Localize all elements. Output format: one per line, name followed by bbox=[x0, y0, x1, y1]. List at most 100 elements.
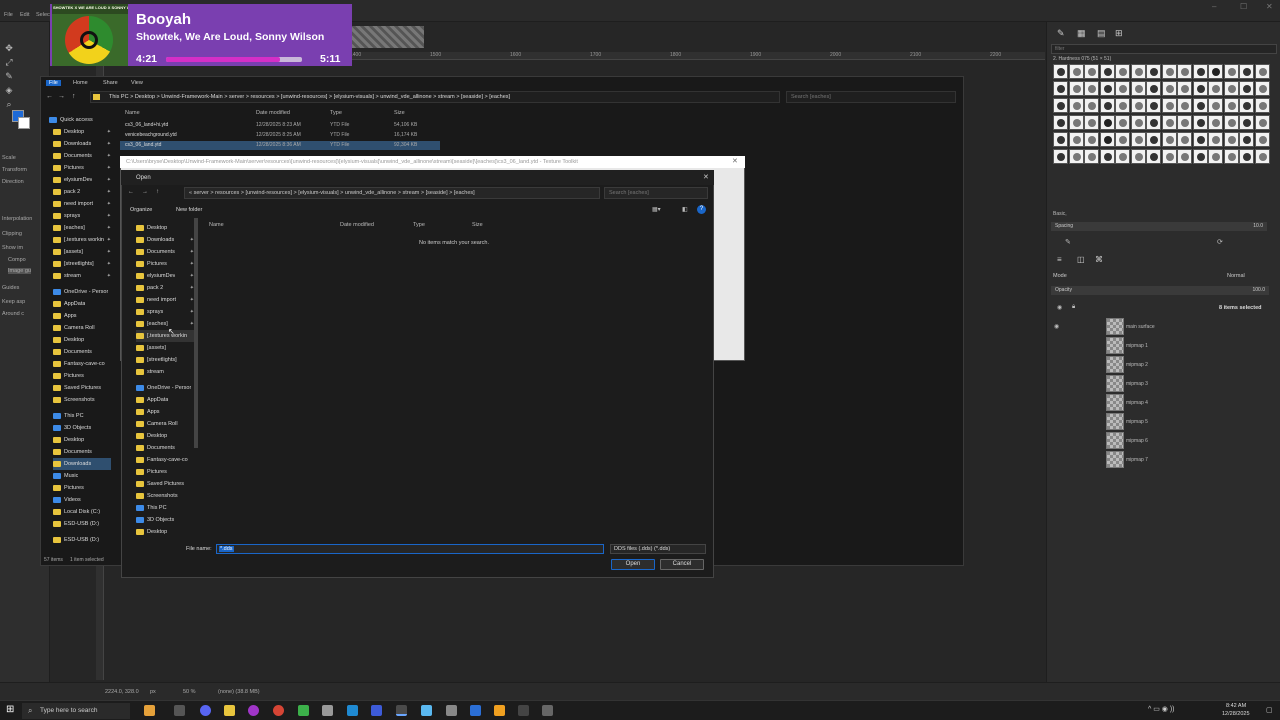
windows-start-icon[interactable]: ⊞ bbox=[6, 704, 14, 715]
explorer-nav-item[interactable]: [eaches] ✦ bbox=[53, 222, 111, 234]
layer-name[interactable]: main surface bbox=[1126, 324, 1155, 330]
maximize-icon[interactable]: ☐ bbox=[1240, 2, 1247, 11]
dialog-search-input[interactable]: Search [eaches] bbox=[604, 187, 708, 199]
explorer-file-row[interactable]: cs3_06_land.ytd 12/28/2025 8:36 AM YTD Fil… bbox=[120, 141, 440, 150]
spreadsheet-icon[interactable] bbox=[298, 705, 309, 716]
brush-swatch[interactable] bbox=[1208, 98, 1223, 113]
brush-swatch[interactable] bbox=[1254, 81, 1270, 96]
explorer-column-header[interactable]: Name bbox=[125, 110, 140, 116]
brush-swatch[interactable] bbox=[1053, 132, 1068, 147]
brush-swatch[interactable] bbox=[1068, 132, 1084, 147]
dialog-nav-item[interactable]: Saved Pictures bbox=[136, 478, 194, 490]
preview-pane-icon[interactable]: ◧ bbox=[682, 206, 688, 213]
brush-swatch[interactable] bbox=[1192, 132, 1208, 147]
dialog-nav-item[interactable]: Documents ✦ bbox=[136, 246, 194, 258]
brush-swatch[interactable] bbox=[1177, 81, 1192, 96]
up-arrow-icon[interactable]: ↑ bbox=[72, 93, 76, 100]
brush-swatch[interactable] bbox=[1146, 98, 1161, 113]
dialog-nav-item[interactable]: AppData bbox=[136, 394, 194, 406]
brush-swatch[interactable] bbox=[1146, 64, 1161, 79]
ribbon-tab-file[interactable]: File bbox=[46, 80, 61, 86]
spacing-slider[interactable]: Spacing 10.0 bbox=[1051, 222, 1267, 231]
brush-swatch[interactable] bbox=[1239, 132, 1254, 147]
transform-tool-icon[interactable]: ⤢ bbox=[3, 56, 15, 68]
col-name[interactable]: Name bbox=[209, 222, 224, 228]
explorer-nav-item[interactable]: Quick access bbox=[49, 114, 107, 126]
brush-swatch[interactable] bbox=[1177, 98, 1192, 113]
explorer-column-header[interactable]: Type bbox=[330, 110, 342, 116]
brush-swatch[interactable] bbox=[1177, 115, 1192, 130]
brush-swatch[interactable] bbox=[1115, 115, 1130, 130]
chrome-icon[interactable] bbox=[273, 705, 284, 716]
dialog-nav-item[interactable]: Desktop bbox=[136, 222, 194, 234]
dialog-nav-item[interactable]: Documents bbox=[136, 442, 194, 454]
brush-swatch[interactable] bbox=[1192, 98, 1208, 113]
brush-swatch[interactable] bbox=[1239, 81, 1254, 96]
brush-filter-input[interactable]: filter bbox=[1051, 44, 1277, 54]
media-player-icon[interactable] bbox=[248, 705, 259, 716]
app-b-icon[interactable] bbox=[518, 705, 529, 716]
brush-swatch[interactable] bbox=[1177, 132, 1192, 147]
brush-swatch[interactable] bbox=[1068, 115, 1084, 130]
dialog-breadcrumb[interactable]: « server > resources > [unwind-resources… bbox=[189, 190, 475, 196]
dialog-nav-item[interactable]: Screenshots bbox=[136, 490, 194, 502]
brush-swatch[interactable] bbox=[1223, 149, 1239, 164]
brush-swatch[interactable] bbox=[1254, 64, 1270, 79]
close-icon[interactable]: ✕ bbox=[1266, 2, 1273, 11]
dialog-nav-item[interactable]: Desktop bbox=[136, 526, 194, 538]
background-color-swatch[interactable] bbox=[18, 117, 30, 129]
explorer-nav-item[interactable]: Local Disk (C:) bbox=[53, 506, 111, 518]
brush-swatch[interactable] bbox=[1192, 149, 1208, 164]
explorer-nav-item[interactable]: 3D Objects bbox=[53, 422, 111, 434]
brush-swatch[interactable] bbox=[1223, 132, 1239, 147]
view-options-icon[interactable]: ▦▾ bbox=[652, 206, 661, 213]
brush-swatch[interactable] bbox=[1254, 149, 1270, 164]
brush-swatch[interactable] bbox=[1130, 81, 1146, 96]
bucket-tool-icon[interactable]: ◈ bbox=[3, 84, 15, 96]
dialog-nav-item[interactable]: sprays ✦ bbox=[136, 306, 194, 318]
brush-swatch[interactable] bbox=[1254, 98, 1270, 113]
brush-swatch[interactable] bbox=[1239, 98, 1254, 113]
brush-swatch[interactable] bbox=[1053, 81, 1068, 96]
brush-swatch[interactable] bbox=[1099, 64, 1115, 79]
explorer-nav-item[interactable]: Pictures bbox=[53, 482, 111, 494]
explorer-nav-item[interactable]: [.textures workin ✦ bbox=[53, 234, 111, 246]
explorer-nav-item[interactable]: This PC bbox=[53, 410, 111, 422]
notification-icon[interactable]: ▢ bbox=[1266, 706, 1273, 714]
paths-tab-icon[interactable]: ⌘ bbox=[1095, 255, 1103, 264]
brush-swatch[interactable] bbox=[1053, 98, 1068, 113]
dialog-nav-item[interactable]: [eaches] ✦ bbox=[136, 318, 194, 330]
brush-swatch[interactable] bbox=[1146, 149, 1161, 164]
brush-swatch[interactable] bbox=[1161, 115, 1177, 130]
gradient-tab-icon[interactable]: ▤ bbox=[1097, 28, 1107, 38]
brush-swatch[interactable] bbox=[1223, 98, 1239, 113]
paint-app-icon[interactable] bbox=[421, 705, 432, 716]
dialog-nav-item[interactable]: elysiumDev ✦ bbox=[136, 270, 194, 282]
clock-time[interactable]: 8:42 AM bbox=[1226, 703, 1246, 709]
toolkit-close-icon[interactable]: ✕ bbox=[732, 157, 738, 165]
brush-swatch[interactable] bbox=[1208, 64, 1223, 79]
explorer-nav-item[interactable]: Downloads bbox=[53, 458, 111, 470]
cancel-button[interactable]: Cancel bbox=[660, 559, 704, 570]
tool-option-around-center[interactable]: Around c bbox=[2, 311, 24, 317]
filename-input[interactable]: *.dds bbox=[216, 544, 604, 554]
brush-swatch[interactable] bbox=[1208, 132, 1223, 147]
explorer-nav-item[interactable]: [streetlights] ✦ bbox=[53, 258, 111, 270]
avatar-icon[interactable] bbox=[144, 705, 155, 716]
explorer-nav-item[interactable]: Documents ✦ bbox=[53, 150, 111, 162]
brush-swatch[interactable] bbox=[1146, 132, 1161, 147]
dialog-nav-item[interactable]: need import ✦ bbox=[136, 294, 194, 306]
explorer-nav-item[interactable]: Pictures bbox=[53, 370, 111, 382]
dialog-nav-item[interactable]: Pictures bbox=[136, 466, 194, 478]
channels-tab-icon[interactable]: ◫ bbox=[1077, 255, 1085, 264]
explorer-nav-item[interactable]: sprays ✦ bbox=[53, 210, 111, 222]
ribbon-tab-share[interactable]: Share bbox=[103, 80, 118, 86]
app-a-icon[interactable] bbox=[494, 705, 505, 716]
zoom-select[interactable]: 50 % bbox=[183, 689, 196, 695]
brush-swatch[interactable] bbox=[1053, 149, 1068, 164]
forward-arrow-icon[interactable]: → bbox=[58, 93, 65, 100]
layer-name[interactable]: mipmap 6 bbox=[1126, 438, 1148, 444]
col-size[interactable]: Size bbox=[472, 222, 483, 228]
explorer-nav-item[interactable]: Saved Pictures bbox=[53, 382, 111, 394]
organize-button[interactable]: Organize bbox=[130, 207, 152, 213]
